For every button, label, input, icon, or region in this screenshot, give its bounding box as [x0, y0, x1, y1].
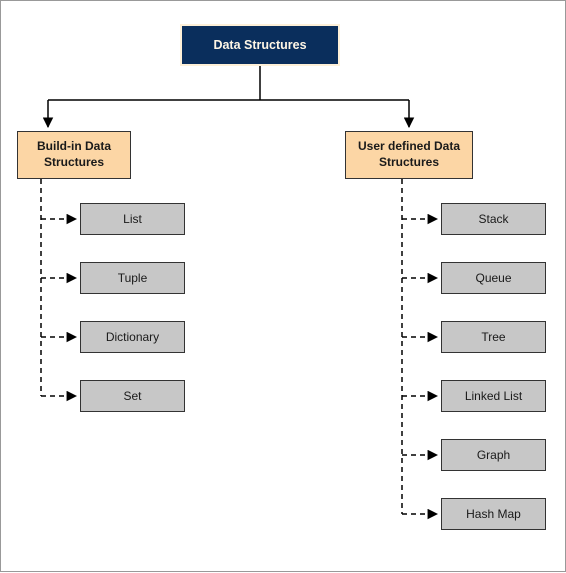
leaf-stack: Stack — [441, 203, 546, 235]
leaf-label: List — [123, 212, 142, 226]
root-label: Data Structures — [213, 38, 306, 52]
leaf-label: Hash Map — [466, 507, 521, 521]
leaf-queue: Queue — [441, 262, 546, 294]
leaf-label: Dictionary — [106, 330, 159, 344]
leaf-linked-list: Linked List — [441, 380, 546, 412]
leaf-label: Linked List — [465, 389, 522, 403]
leaf-label: Graph — [477, 448, 510, 462]
diagram-canvas: Data Structures Build-in Data Structures… — [0, 0, 566, 572]
category-userdefined: User defined Data Structures — [345, 131, 473, 179]
leaf-label: Tuple — [118, 271, 148, 285]
leaf-list: List — [80, 203, 185, 235]
root-node: Data Structures — [180, 24, 340, 66]
leaf-hash-map: Hash Map — [441, 498, 546, 530]
leaf-tree: Tree — [441, 321, 546, 353]
leaf-label: Tree — [481, 330, 505, 344]
category-builtin-label: Build-in Data Structures — [37, 139, 111, 170]
category-builtin: Build-in Data Structures — [17, 131, 131, 179]
leaf-label: Queue — [475, 271, 511, 285]
leaf-label: Stack — [478, 212, 508, 226]
leaf-tuple: Tuple — [80, 262, 185, 294]
leaf-label: Set — [123, 389, 141, 403]
leaf-dictionary: Dictionary — [80, 321, 185, 353]
category-userdefined-label: User defined Data Structures — [358, 139, 460, 170]
leaf-graph: Graph — [441, 439, 546, 471]
leaf-set: Set — [80, 380, 185, 412]
